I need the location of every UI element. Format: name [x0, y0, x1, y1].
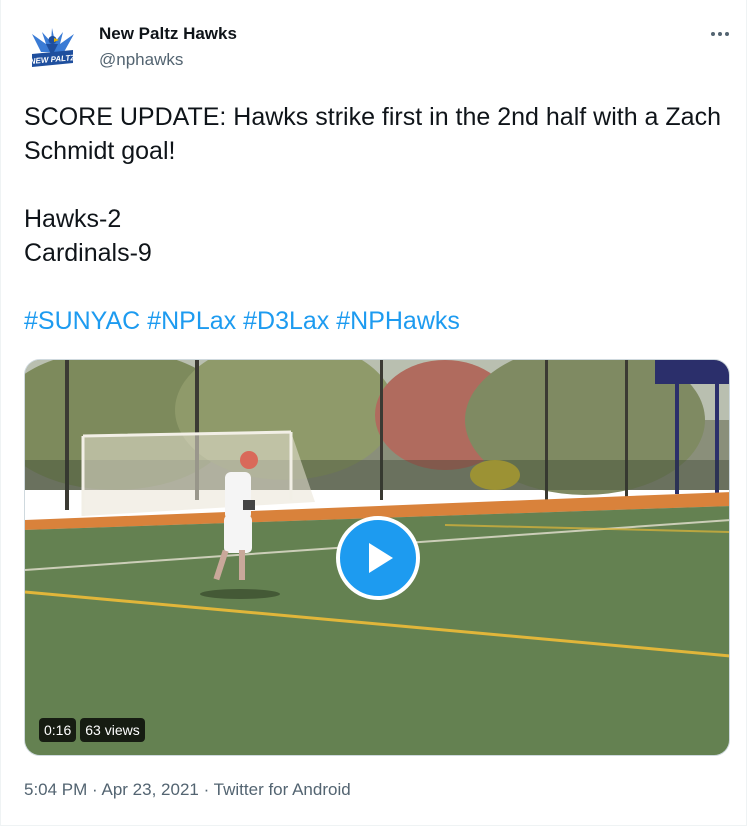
tweet-time[interactable]: 5:04 PM	[24, 780, 87, 799]
video-player[interactable]: 0:16 63 views	[24, 359, 730, 756]
score-home: Hawks-2	[24, 205, 122, 233]
tweet-text: SCORE UPDATE: Hawks strike first in the …	[24, 100, 729, 338]
video-badges: 0:16 63 views	[39, 718, 145, 742]
hashtag-link[interactable]: #SUNYAC	[24, 307, 140, 335]
hawk-logo-icon: NEW PALTZ	[24, 20, 81, 77]
video-view-count: 63 views	[80, 718, 145, 742]
author-handle[interactable]: @nphawks	[99, 50, 183, 70]
meta-separator: ·	[203, 780, 214, 799]
meta-separator: ·	[92, 780, 102, 799]
score-away: Cardinals-9	[24, 239, 152, 267]
more-options-button[interactable]	[706, 24, 734, 44]
tweet-date[interactable]: Apr 23, 2021	[102, 780, 199, 799]
hashtag-link[interactable]: #D3Lax	[243, 307, 329, 335]
avatar[interactable]: NEW PALTZ	[24, 20, 81, 77]
more-horizontal-icon	[711, 32, 715, 36]
hashtag-list: #SUNYAC #NPLax #D3Lax #NPHawks	[24, 304, 729, 338]
video-duration: 0:16	[39, 718, 77, 742]
tweet-headline: SCORE UPDATE: Hawks strike first in the …	[24, 103, 721, 165]
more-dot	[718, 32, 722, 36]
tweet-meta: 5:04 PM · Apr 23, 2021 · Twitter for And…	[24, 780, 351, 800]
play-icon	[369, 543, 393, 573]
hashtag-link[interactable]: #NPLax	[147, 307, 236, 335]
hashtag-link[interactable]: #NPHawks	[336, 307, 460, 335]
play-button[interactable]	[336, 516, 420, 600]
tweet-source[interactable]: Twitter for Android	[214, 780, 351, 799]
more-dot	[725, 32, 729, 36]
tweet-card: NEW PALTZ New Paltz Hawks @nphawks SCORE…	[0, 0, 747, 826]
author-display-name[interactable]: New Paltz Hawks	[99, 24, 237, 44]
